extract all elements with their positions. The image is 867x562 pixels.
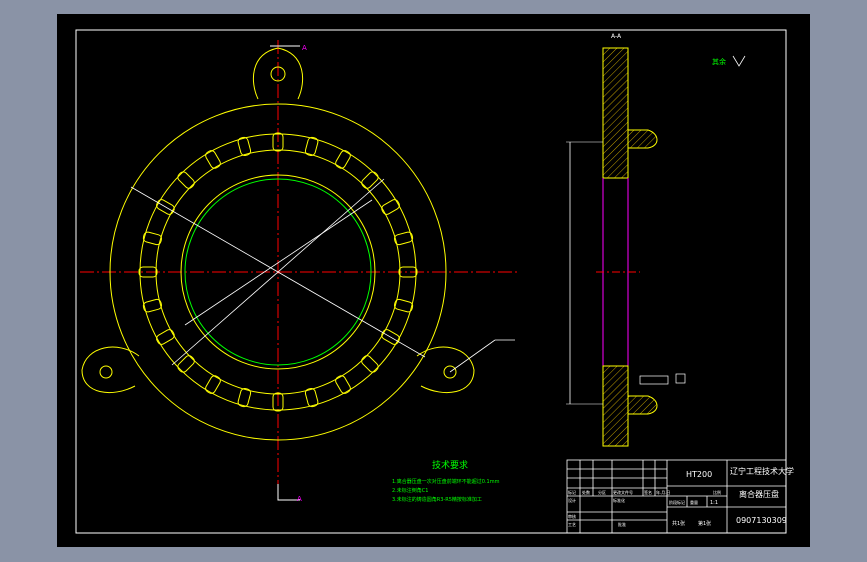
- title-label-design: 设计: [568, 497, 576, 503]
- title-scale: 1:1: [710, 500, 718, 506]
- title-part-name: 离合器压盘: [739, 489, 779, 499]
- tech-requirement-2: 2.未标注倒角C1: [392, 487, 428, 494]
- tech-requirements-title: 技术要求: [432, 459, 468, 471]
- section-mark-bottom: A: [297, 495, 302, 503]
- title-label-sign: 签名: [644, 489, 652, 495]
- title-label-approve: 批准: [618, 521, 626, 527]
- title-label-zone: 分区: [598, 489, 606, 495]
- title-label-ratio: 比例: [713, 489, 721, 495]
- title-label-count: 处数: [582, 489, 590, 495]
- section-mark-top: A: [302, 44, 307, 52]
- title-label-mark: 标记: [568, 489, 576, 495]
- title-label-craft: 工艺: [568, 522, 576, 527]
- tech-requirement-3: 3.未标注的铸造圆角R3-R5精按标准加工: [392, 496, 482, 503]
- title-sheet-index: 第1张: [698, 520, 711, 527]
- title-drawing-no: 0907130309: [736, 516, 787, 525]
- title-label-change: 更改文件号: [613, 489, 633, 495]
- cad-drawing-canvas: A A A-A 其余 技术要求 1.离合器压盘一次对压盘前端环不能超过0.1mm…: [0, 0, 867, 562]
- side-view-label: A-A: [611, 33, 622, 40]
- title-label-weight: 重量: [690, 499, 698, 505]
- tech-requirement-1: 1.离合器压盘一次对压盘前端环不能超过0.1mm: [392, 478, 500, 485]
- title-label-standard: 标准化: [613, 497, 625, 503]
- title-material: HT200: [686, 470, 712, 479]
- title-school: 辽宁工程技术大学: [730, 466, 794, 476]
- roughness-note: 其余: [712, 57, 726, 66]
- title-label-review: 审核: [568, 513, 576, 519]
- title-label-date: 年.月.日: [656, 489, 671, 495]
- title-sheet-total: 共1张: [672, 520, 685, 527]
- title-label-stage: 阶段标记: [669, 499, 685, 505]
